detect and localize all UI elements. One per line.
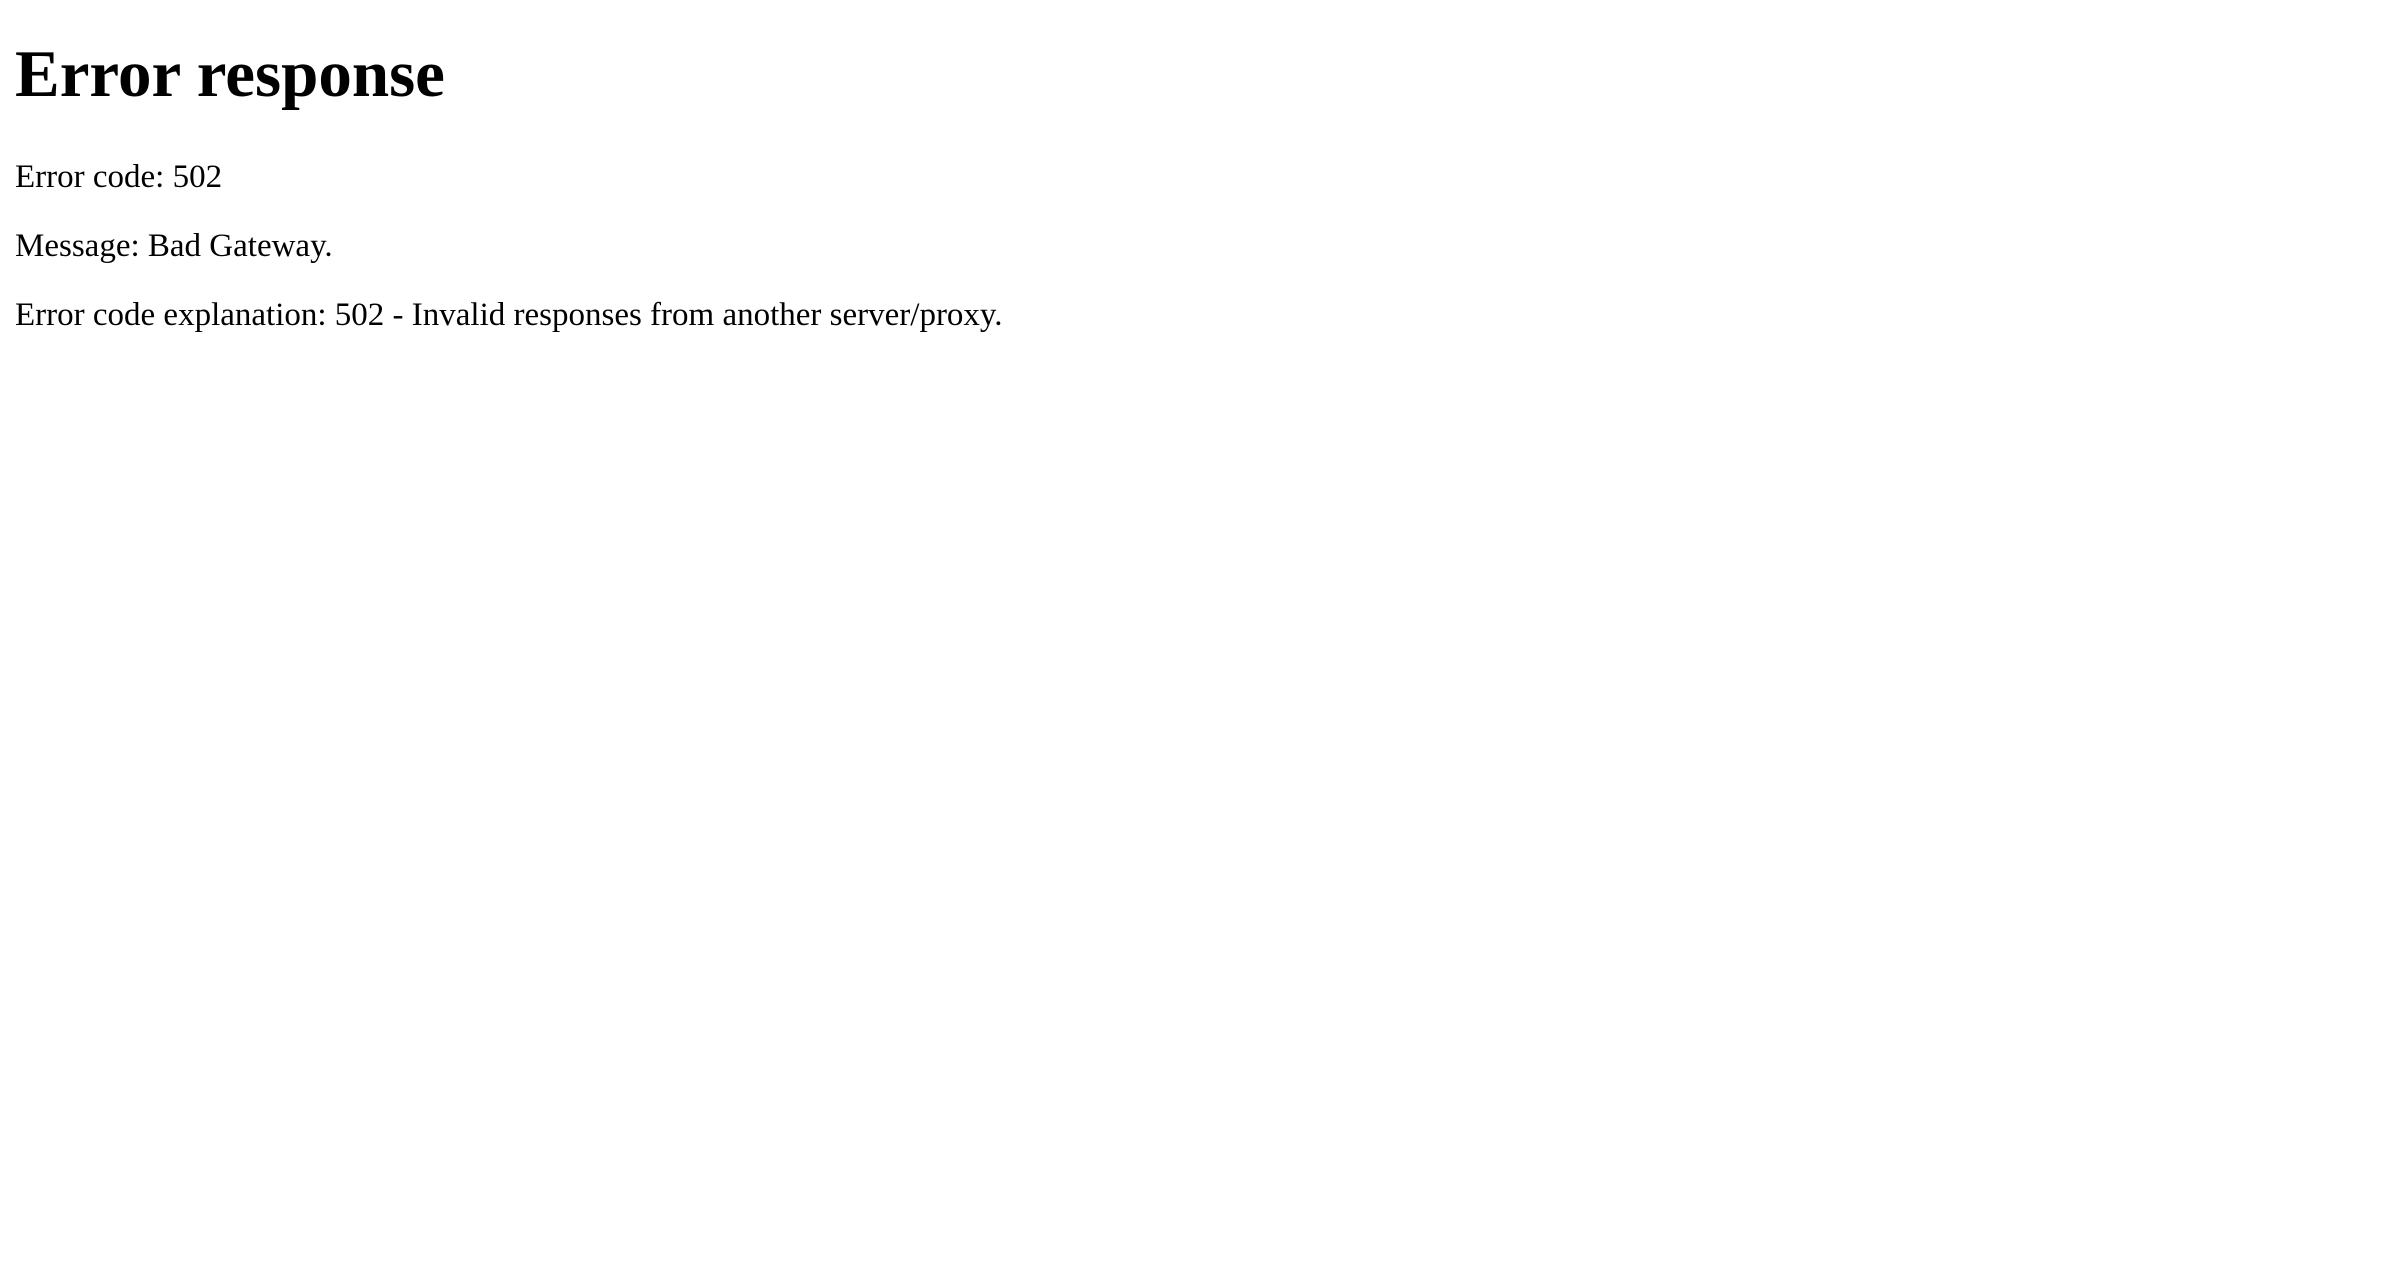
error-message-text: Message: Bad Gateway.: [15, 228, 333, 264]
page-title: Error response: [15, 37, 445, 111]
error-page: Error response Error code: 502 Message: …: [0, 0, 2400, 1270]
error-code-text: Error code: 502: [15, 159, 223, 195]
error-explanation-text: Error code explanation: 502 - Invalid re…: [15, 297, 1003, 333]
